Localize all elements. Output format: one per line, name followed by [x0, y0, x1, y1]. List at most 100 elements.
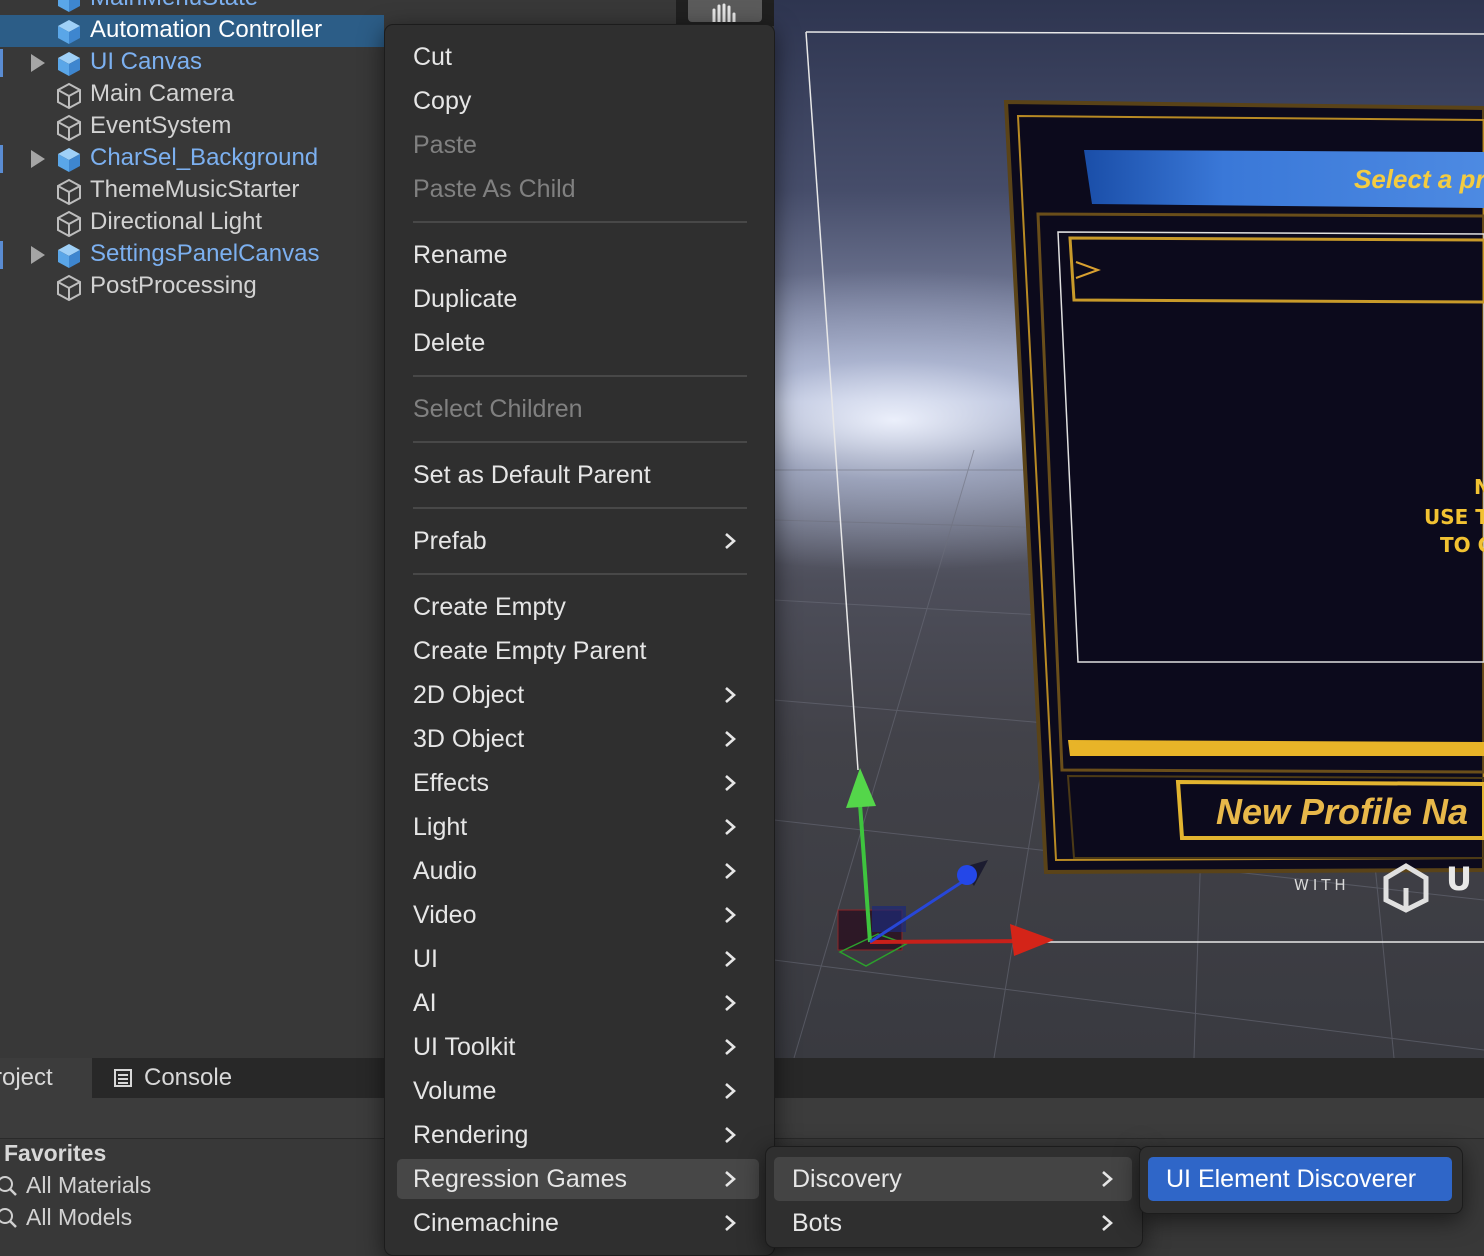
unity-logo: [1383, 863, 1429, 913]
menu-separator: [413, 375, 747, 377]
menu-item-duplicate[interactable]: Duplicate: [397, 279, 759, 319]
chevron-right-icon: [725, 1171, 736, 1187]
hierarchy-item-label: Automation Controller: [90, 16, 323, 43]
chevron-right-icon: [725, 1039, 736, 1055]
hierarchy-item-automation-controller[interactable]: Automation Controller: [0, 15, 384, 47]
submenu-regression-games: Discovery Bots: [765, 1146, 1143, 1248]
hierarchy-item-main-camera[interactable]: Main Camera: [0, 79, 384, 111]
tab-project[interactable]: roject: [0, 1058, 92, 1098]
menu-item-label: Audio: [413, 857, 477, 885]
expand-arrow-icon[interactable]: [31, 150, 45, 168]
menu-item-label: 2D Object: [413, 681, 525, 709]
menu-item-volume[interactable]: Volume: [397, 1071, 759, 1111]
menu-item-prefab[interactable]: Prefab: [397, 521, 759, 561]
tab-console[interactable]: Console: [96, 1058, 246, 1098]
menu-item-paste: Paste: [397, 125, 759, 165]
menu-item-3d-object[interactable]: 3D Object: [397, 719, 759, 759]
hierarchy-item-label: UI Canvas: [90, 48, 203, 75]
menu-item-cut[interactable]: Cut: [397, 37, 759, 77]
chevron-right-icon: [725, 951, 736, 967]
prefab-marker: [0, 145, 3, 173]
menu-item-paste-as-child: Paste As Child: [397, 169, 759, 209]
menu-item-label: Set as Default Parent: [413, 461, 651, 489]
menu-item-video[interactable]: Video: [397, 895, 759, 935]
menu-item-label: Create Empty Parent: [413, 637, 647, 665]
menu-item-ui[interactable]: UI: [397, 939, 759, 979]
menu-item-label: Cinemachine: [413, 1209, 559, 1237]
favorites-header[interactable]: Favorites: [4, 1140, 106, 1167]
menu-item-2d-object[interactable]: 2D Object: [397, 675, 759, 715]
prefab-marker: [0, 49, 3, 77]
menu-item-label: UI: [413, 945, 438, 973]
menu-item-ui-toolkit[interactable]: UI Toolkit: [397, 1027, 759, 1067]
menu-separator: [413, 221, 747, 223]
menu-item-label: Video: [413, 901, 477, 929]
menu-item-create-empty[interactable]: Create Empty: [397, 587, 759, 627]
prefab-marker: [0, 241, 3, 269]
menu-item-label: Rename: [413, 241, 508, 269]
menu-item-ai[interactable]: AI: [397, 983, 759, 1023]
tab-console-label: Console: [144, 1064, 233, 1091]
chevron-right-icon: [725, 1083, 736, 1099]
menu-item-rendering[interactable]: Rendering: [397, 1115, 759, 1155]
submenu-discovery: UI Element Discoverer: [1139, 1146, 1463, 1214]
menu-item-delete[interactable]: Delete: [397, 323, 759, 363]
menu-item-label: Cut: [413, 43, 452, 71]
expand-arrow-icon[interactable]: [31, 54, 45, 72]
chevron-right-icon: [725, 863, 736, 879]
hierarchy-item-directional-light[interactable]: Directional Light: [0, 207, 384, 239]
prefab-cube-icon: [58, 20, 80, 44]
menu-item-light[interactable]: Light: [397, 807, 759, 847]
prefab-cube-icon: [58, 52, 80, 76]
menu-item-label: AI: [413, 989, 437, 1017]
menu-separator: [413, 573, 747, 575]
hierarchy-item-label: Directional Light: [90, 208, 263, 235]
menu-separator: [413, 441, 747, 443]
hierarchy-item-charsel-background[interactable]: CharSel_Background: [0, 143, 384, 175]
favorite-all-models[interactable]: All Models: [0, 1204, 132, 1231]
hierarchy-item-label: ThemeMusicStarter: [90, 176, 300, 203]
menu-item-ui-element-discoverer[interactable]: UI Element Discoverer: [1148, 1157, 1452, 1201]
menu-item-bots[interactable]: Bots: [774, 1201, 1132, 1245]
chevron-right-icon: [725, 819, 736, 835]
menu-item-label: Select Children: [413, 395, 583, 423]
menu-item-label: Create Empty: [413, 593, 566, 621]
hierarchy-item-label: CharSel_Background: [90, 144, 319, 171]
favorite-all-materials[interactable]: All Materials: [0, 1172, 151, 1199]
menu-item-regression-games[interactable]: Regression Games: [397, 1159, 759, 1199]
menu-item-label: Duplicate: [413, 285, 518, 313]
favorite-label: All Models: [26, 1204, 133, 1230]
prefab-cube-icon: [58, 244, 80, 268]
hierarchy-item-eventsystem[interactable]: EventSystem: [0, 111, 384, 143]
context-menu: Cut Copy Paste Paste As Child Rename Duplicat…: [384, 24, 775, 1256]
menu-item-label: Copy: [413, 87, 472, 115]
chevron-right-icon: [725, 907, 736, 923]
menu-item-label: Rendering: [413, 1121, 529, 1149]
chevron-right-icon: [1102, 1215, 1113, 1231]
menu-item-rename[interactable]: Rename: [397, 235, 759, 275]
menu-item-discovery[interactable]: Discovery: [774, 1157, 1132, 1201]
menu-item-copy[interactable]: Copy: [397, 81, 759, 121]
menu-item-label: Prefab: [413, 527, 487, 555]
hierarchy-item-ui-canvas[interactable]: UI Canvas: [0, 47, 384, 79]
hand-icon: [712, 3, 736, 24]
menu-item-set-as-default-parent[interactable]: Set as Default Parent: [397, 455, 759, 495]
menu-item-select-children: Select Children: [397, 389, 759, 429]
hierarchy-item-postprocessing[interactable]: PostProcessing: [0, 271, 384, 303]
transform-gizmo: [837, 768, 1054, 967]
menu-item-label: Regression Games: [413, 1165, 627, 1193]
hierarchy-item-settingspanelcanvas[interactable]: SettingsPanelCanvas: [0, 239, 384, 271]
hierarchy-item-thememusicstarter[interactable]: ThemeMusicStarter: [0, 175, 384, 207]
menu-item-label: Light: [413, 813, 468, 841]
menu-separator: [413, 507, 747, 509]
gameobject-cube-icon: [57, 178, 81, 206]
hierarchy-item-mainmenustate[interactable]: MainMenuState: [0, 0, 384, 15]
menu-item-audio[interactable]: Audio: [397, 851, 759, 891]
hand-tool-button[interactable]: [688, 0, 762, 24]
expand-arrow-icon[interactable]: [31, 246, 45, 264]
menu-item-cinemachine[interactable]: Cinemachine: [397, 1203, 759, 1243]
scene-canvas: Select a pr N USE T TO C New Profile Na …: [774, 31, 1484, 1058]
scene-view[interactable]: Select a pr N USE T TO C New Profile Na …: [774, 0, 1484, 1058]
menu-item-effects[interactable]: Effects: [397, 763, 759, 803]
menu-item-create-empty-parent[interactable]: Create Empty Parent: [397, 631, 759, 671]
